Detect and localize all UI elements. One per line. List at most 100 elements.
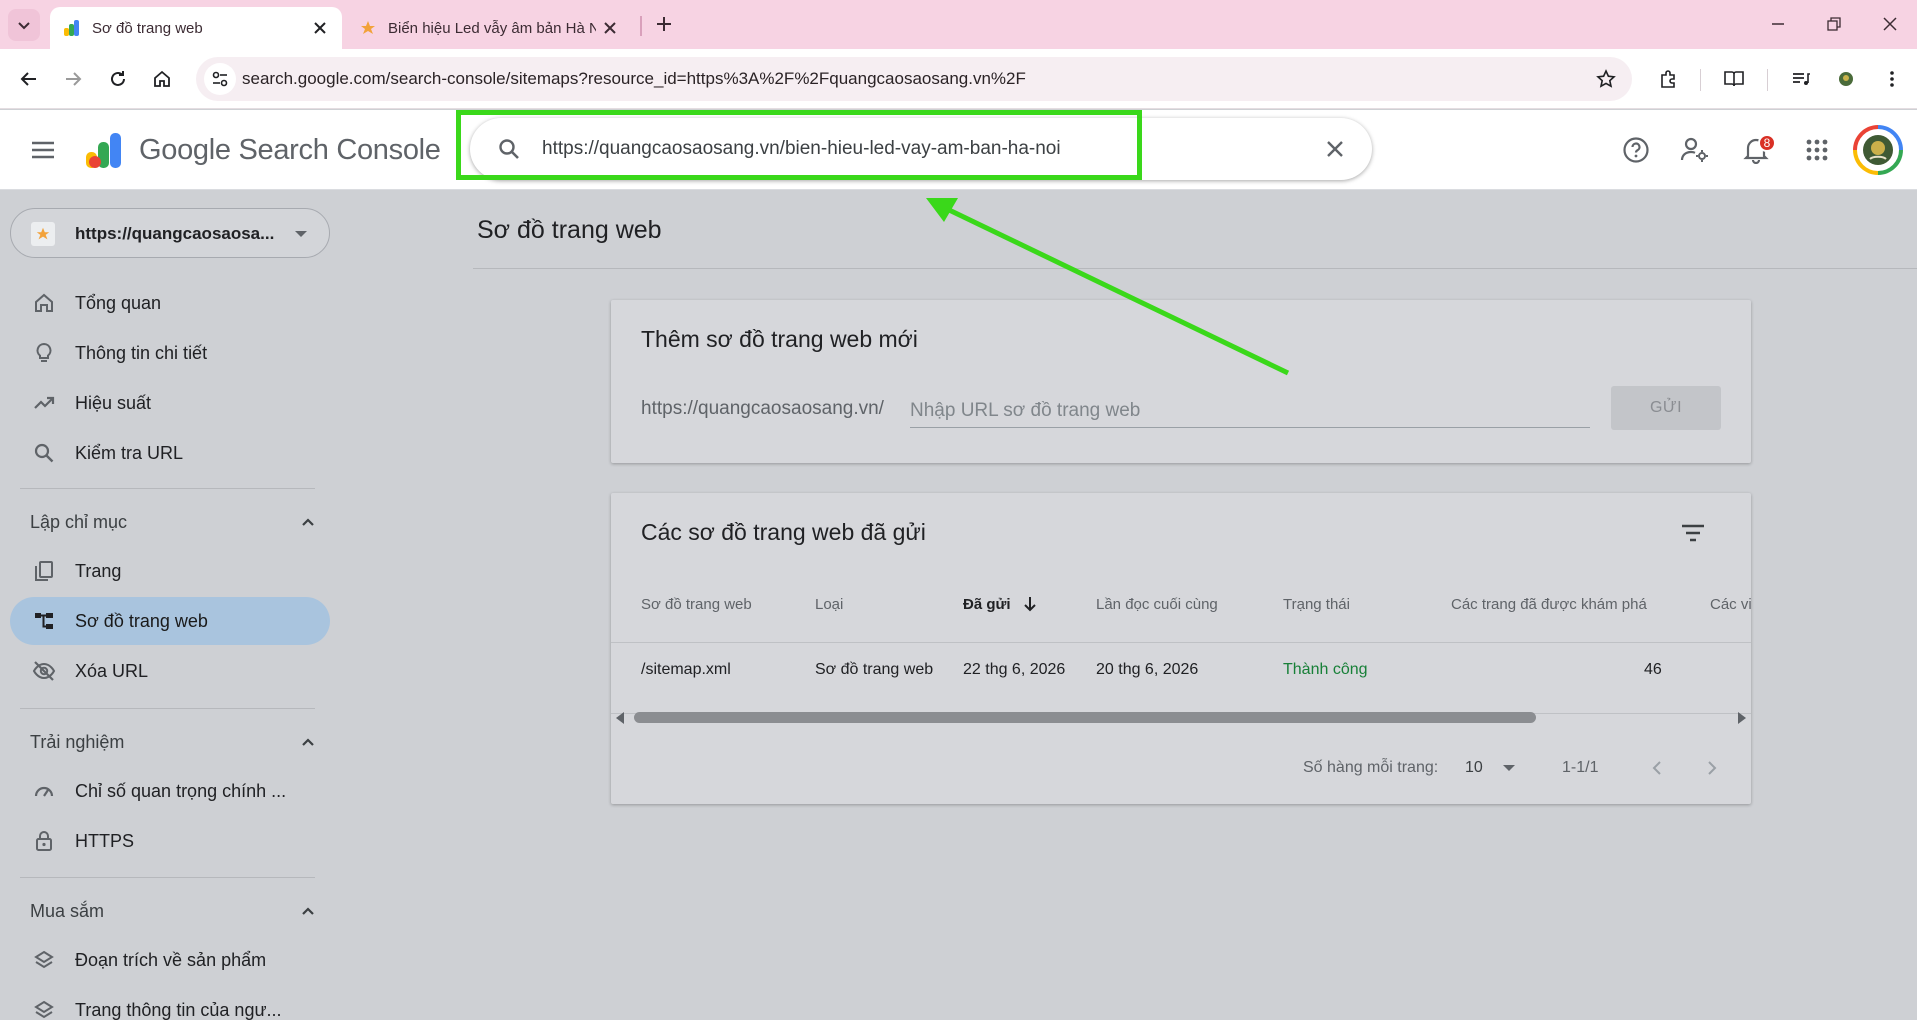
sidebar-item-core-web-vitals[interactable]: Chỉ số quan trọng chính ... (10, 767, 330, 815)
sidebar-item-label: Kiểm tra URL (75, 443, 184, 463)
media-control-button[interactable] (1785, 63, 1817, 95)
tab-search-button[interactable] (8, 9, 40, 41)
browser-tab[interactable]: Biển hiệu Led vẫy âm bản Hà Nội (346, 7, 632, 49)
restore-icon (1827, 17, 1841, 31)
column-header[interactable]: Trạng thái (1283, 596, 1350, 613)
browser-tab-active[interactable]: Sơ đồ trang web (50, 7, 342, 49)
browser-tab-strip: Sơ đồ trang web Biển hiệu Led vẫy âm bản… (0, 0, 1917, 49)
help-button[interactable] (1616, 130, 1656, 170)
reload-button[interactable] (102, 63, 134, 95)
sidebar-divider (20, 488, 315, 489)
settings-users-button[interactable] (1675, 130, 1715, 170)
sidebar-item-product-snippets[interactable]: Đoạn trích về sản phẩm (10, 936, 330, 984)
minimize-button[interactable] (1750, 0, 1806, 48)
section-indexing-header[interactable]: Lập chỉ mục (20, 502, 320, 542)
pagination-range: 1-1/1 (1562, 759, 1599, 776)
horizontal-scrollbar[interactable] (611, 709, 1751, 725)
column-header[interactable]: Lần đọc cuối cùng (1096, 596, 1218, 613)
arrow-left-icon (20, 72, 36, 86)
dropdown-caret-icon[interactable] (1503, 765, 1515, 771)
chevron-left-icon (1652, 761, 1661, 775)
submitted-sitemaps-card: Các sơ đồ trang web đã gửi Sơ đồ trang w… (611, 493, 1751, 804)
cell-status: Thành công (1283, 661, 1368, 678)
address-bar[interactable]: search.google.com/search-console/sitemap… (196, 57, 1632, 101)
column-header[interactable]: Loại (815, 596, 843, 613)
scroll-right-icon (1738, 712, 1746, 724)
sidebar-item-overview[interactable]: Tổng quan (10, 279, 330, 327)
home-button[interactable] (146, 63, 178, 95)
sidebar-item-pages[interactable]: Trang (10, 547, 330, 595)
profile-extension-button[interactable] (1830, 63, 1862, 95)
column-header-label: Đã gửi (963, 596, 1011, 613)
book-icon (1724, 71, 1744, 87)
sidebar-item-performance[interactable]: Hiệu suất (10, 379, 330, 427)
extensions-button[interactable] (1652, 63, 1684, 95)
sidebar-item-sitemaps[interactable]: Sơ đồ trang web (10, 597, 330, 645)
avatar-image (1857, 129, 1899, 171)
section-shopping-header[interactable]: Mua sắm (20, 891, 320, 931)
main-menu-button[interactable] (28, 135, 58, 165)
cell-last-read: 20 thg 6, 2026 (1096, 661, 1199, 678)
chevron-up-icon (296, 510, 320, 534)
cell-sitemap[interactable]: /sitemap.xml (641, 661, 731, 679)
close-window-button[interactable] (1862, 0, 1917, 48)
card-title: Thêm sơ đồ trang web mới (641, 326, 918, 352)
close-icon (1327, 141, 1343, 157)
sidebar-item-https[interactable]: HTTPS (10, 817, 330, 865)
sidebar-item-insights[interactable]: Thông tin chi tiết (10, 329, 330, 377)
previous-page-button[interactable] (1642, 753, 1672, 783)
close-tab-icon[interactable] (596, 14, 624, 42)
sidebar-divider (20, 708, 315, 709)
rows-per-page-select[interactable]: 10 (1465, 759, 1483, 777)
column-header-sorted[interactable]: Đã gửi (963, 596, 1037, 613)
address-bar-url[interactable]: search.google.com/search-console/sitemap… (242, 69, 1026, 89)
scrollbar-thumb[interactable] (634, 712, 1536, 723)
sidebar-item-removals[interactable]: Xóa URL (10, 647, 330, 695)
filter-button[interactable] (1673, 513, 1713, 553)
rows-per-page-label: Số hàng mỗi trang: (1303, 759, 1439, 776)
chevron-up-icon (296, 730, 320, 754)
pages-icon (32, 559, 56, 583)
search-highlight-box (456, 110, 1142, 180)
arrow-down-icon (1024, 597, 1036, 612)
layers-icon (32, 948, 56, 972)
column-header[interactable]: Sơ đồ trang web (641, 596, 752, 613)
notifications-button[interactable]: 8 (1736, 130, 1776, 170)
sidebar-item-url-inspection[interactable]: Kiểm tra URL (10, 429, 330, 477)
apps-button[interactable] (1797, 130, 1837, 170)
search-console-logo (84, 132, 126, 170)
restore-button[interactable] (1806, 0, 1862, 48)
column-header[interactable]: Các vi (1710, 596, 1751, 613)
property-selector[interactable]: https://quangcaosaosa... (10, 208, 330, 258)
clear-search-button[interactable] (1320, 134, 1350, 164)
home-icon (32, 291, 56, 315)
new-tab-button[interactable] (650, 10, 678, 38)
forward-button[interactable] (57, 63, 89, 95)
home-icon (154, 70, 170, 87)
scroll-left-icon (616, 712, 624, 724)
minimize-icon (1772, 23, 1784, 25)
sitemap-url-input[interactable] (910, 394, 1590, 428)
playlist-icon (1793, 73, 1810, 85)
table-header-divider (611, 642, 1751, 643)
dropdown-caret-icon (295, 231, 307, 237)
back-button[interactable] (13, 63, 45, 95)
chevron-down-icon (18, 22, 30, 30)
site-info-button[interactable] (204, 63, 236, 95)
column-header[interactable]: Các trang đã được khám phá (1451, 596, 1647, 613)
section-label: Mua sắm (30, 901, 105, 921)
next-page-button[interactable] (1697, 753, 1727, 783)
sidebar-item-merchant-listings[interactable]: Trang thông tin của ngư... (10, 986, 330, 1020)
sidebar-item-label: Chỉ số quan trọng chính ... (75, 781, 287, 801)
account-avatar[interactable] (1853, 125, 1903, 175)
cell-submitted: 22 thg 6, 2026 (963, 661, 1066, 678)
toolbar-separator (1767, 69, 1768, 91)
reading-mode-button[interactable] (1718, 63, 1750, 95)
submit-sitemap-button[interactable]: GỬI (1611, 386, 1721, 430)
close-tab-icon[interactable] (306, 14, 334, 42)
section-experience-header[interactable]: Trải nghiệm (20, 722, 320, 762)
browser-menu-button[interactable] (1876, 63, 1908, 95)
property-url: https://quangcaosaosa... (75, 224, 275, 243)
lightbulb-icon (32, 341, 56, 365)
bookmark-star-icon[interactable] (1592, 65, 1620, 93)
